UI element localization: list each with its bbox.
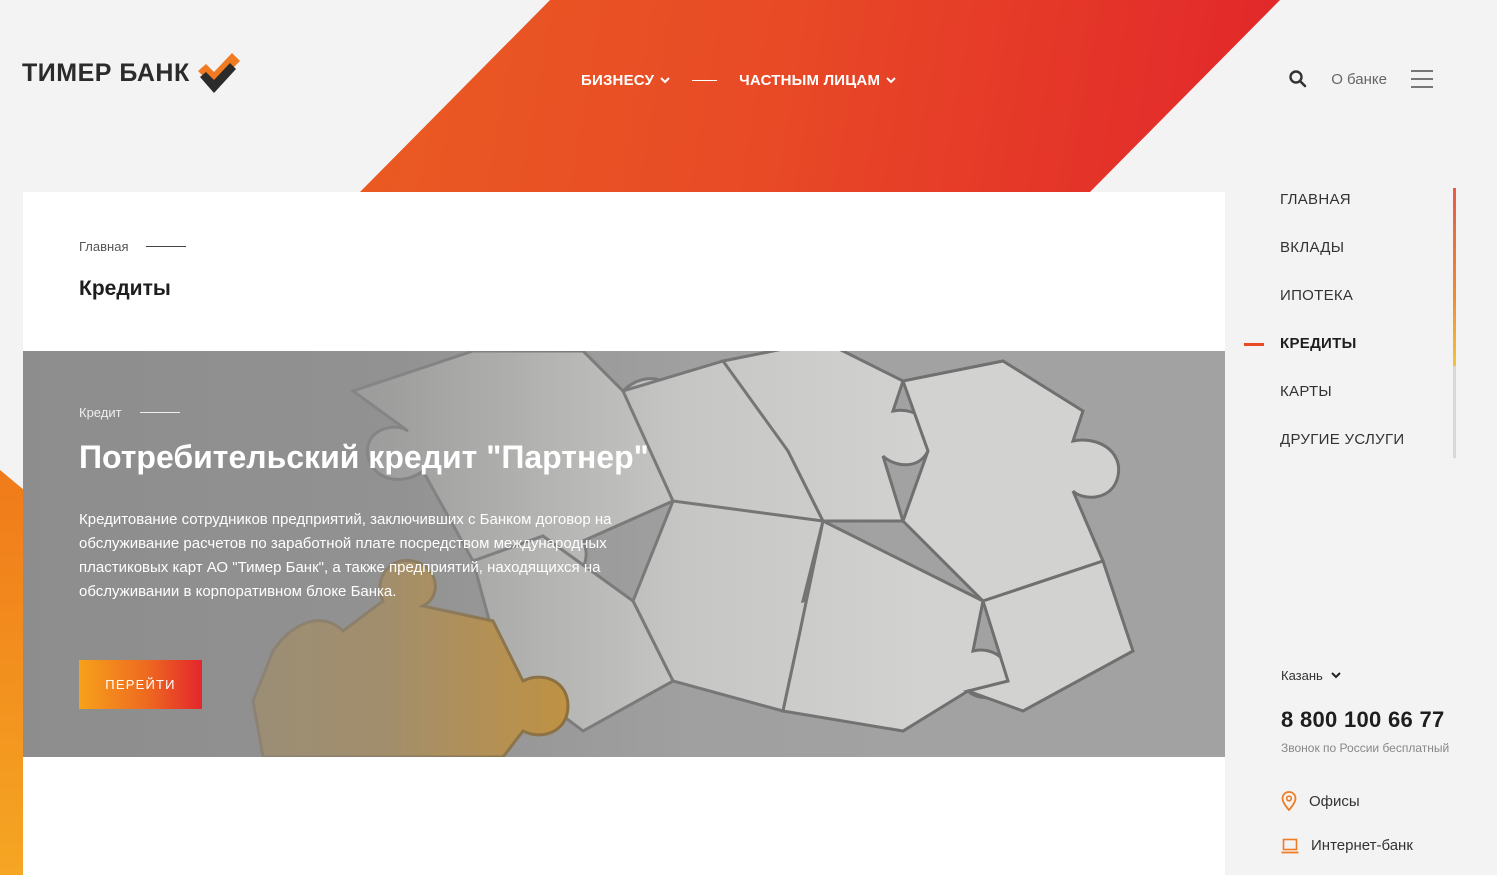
nav-private[interactable]: ЧАСТНЫМ ЛИЦАМ [739,72,896,89]
phone-number[interactable]: 8 800 100 66 77 [1281,707,1491,733]
side-item-other-services[interactable]: ДРУГИЕ УСЛУГИ [1280,431,1404,448]
go-button[interactable]: ПЕРЕЙТИ [79,660,202,709]
location-pin-icon [1281,791,1297,811]
offices-label: Офисы [1309,792,1360,810]
promo-category-line [139,412,180,413]
phone-note: Звонок по России бесплатный [1281,741,1450,755]
logo-checkmark-icon [197,53,240,93]
city-selector[interactable]: Казань [1281,668,1491,683]
promo-title[interactable]: Потребительский кредит "Партнер" [79,439,649,476]
internet-bank-link[interactable]: Интернет-банк [1281,837,1491,854]
nav-business-label: БИЗНЕСУ [581,72,655,89]
active-item-marker [1244,343,1264,346]
menu-icon[interactable] [1411,70,1433,88]
internet-bank-label: Интернет-банк [1311,837,1413,854]
promo-category: Кредит [79,405,180,420]
side-item-deposits[interactable]: ВКЛАДЫ [1280,239,1344,256]
promo-description: Кредитование сотрудников предприятий, за… [79,511,612,600]
side-menu-scroll-indicator [1453,188,1456,366]
promo-category-label: Кредит [79,405,122,420]
top-navigation: БИЗНЕСУ ЧАСТНЫМ ЛИЦАМ [581,72,896,89]
content-card: Главная Кредиты Кредит Потребительский к… [23,192,1225,875]
search-icon[interactable] [1289,70,1307,88]
chevron-down-icon [886,77,896,84]
breadcrumb-home[interactable]: Главная [79,239,128,254]
nav-private-label: ЧАСТНЫМ ЛИЦАМ [739,72,881,89]
nav-separator [692,80,718,81]
contacts-block: Казань 8 800 100 66 77 Звонок по России … [1281,668,1491,854]
side-item-credits[interactable]: КРЕДИТЫ [1280,335,1357,352]
header-actions: О банке [1289,70,1433,88]
promo-banner: Кредит Потребительский кредит "Партнер" … [23,351,1225,757]
nav-business[interactable]: БИЗНЕСУ [581,72,670,89]
city-label: Казань [1281,668,1323,683]
side-item-main[interactable]: ГЛАВНАЯ [1280,191,1351,208]
offices-link[interactable]: Офисы [1281,791,1491,811]
breadcrumb-separator [146,246,187,247]
chevron-down-icon [660,77,670,84]
side-item-mortgage[interactable]: ИПОТЕКА [1280,287,1353,304]
breadcrumb: Главная [79,239,187,254]
logo[interactable]: ТИМЕР БАНК [22,53,240,93]
page-title: Кредиты [79,277,171,300]
left-decor-accent [0,470,24,875]
chevron-down-icon [1331,672,1341,679]
about-bank-link[interactable]: О банке [1331,71,1387,88]
logo-text: ТИМЕР БАНК [22,58,190,87]
side-item-cards[interactable]: КАРТЫ [1280,383,1332,400]
laptop-icon [1281,838,1299,853]
header-decor-band [360,0,1280,192]
